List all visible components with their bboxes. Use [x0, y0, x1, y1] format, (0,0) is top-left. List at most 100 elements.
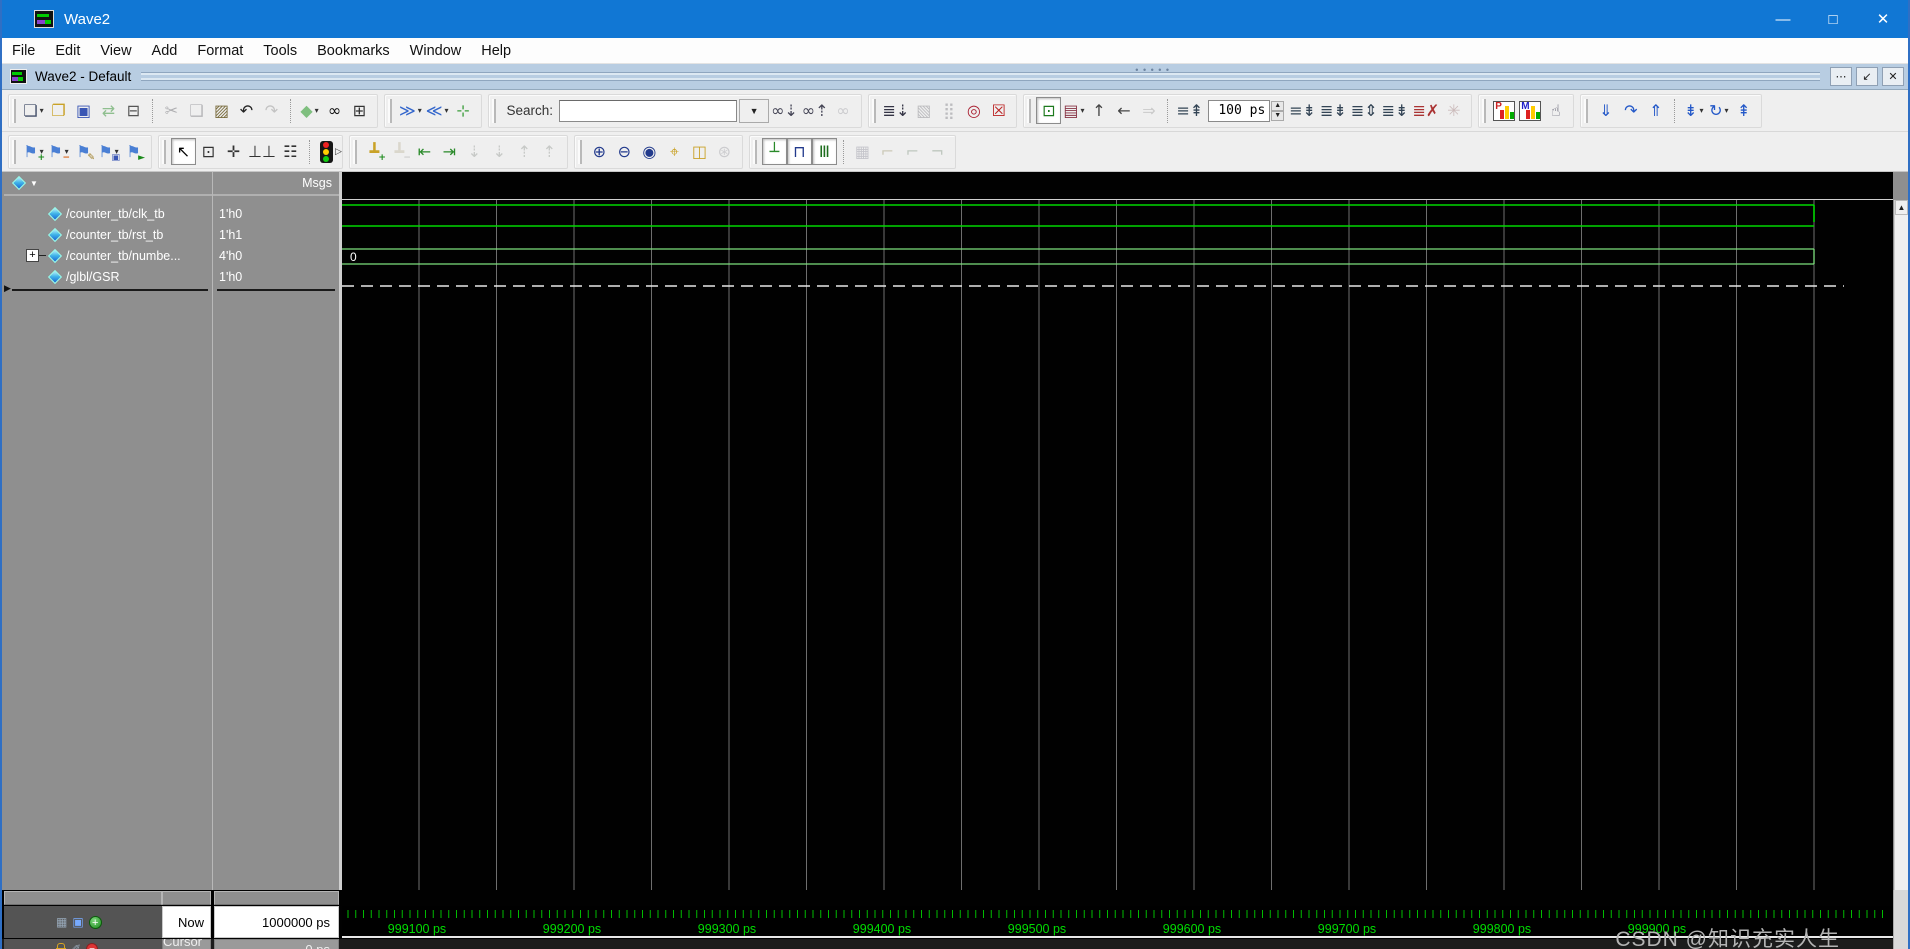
- signal-name[interactable]: /counter_tb/numbe...: [66, 249, 181, 263]
- group-grip[interactable]: [1584, 98, 1589, 123]
- previous-falling-edge-button[interactable]: ⇣: [462, 138, 487, 165]
- panel-header-bar[interactable]: Wave2 - Default • • • • • ⋯ ↙ ✕: [2, 64, 1908, 90]
- find-previous-button[interactable]: ∞⇡: [800, 97, 831, 124]
- expanded-event-off-button[interactable]: ┴: [761, 138, 787, 165]
- print-button[interactable]: ⊟: [121, 97, 146, 124]
- group-grip[interactable]: [352, 139, 357, 164]
- signal-name[interactable]: /counter_tb/clk_tb: [66, 207, 165, 221]
- run-continue-button[interactable]: ⇓: [1593, 97, 1618, 124]
- names-column-header[interactable]: ▼: [4, 172, 212, 196]
- group-grip[interactable]: [752, 139, 757, 164]
- signal-row[interactable]: /counter_tb/rst_tb: [4, 224, 212, 245]
- group-grip[interactable]: [1027, 98, 1032, 123]
- expanded-time-collapse-button[interactable]: ≣⇟: [1380, 97, 1411, 124]
- event-edge2-button[interactable]: ⌐: [900, 138, 925, 165]
- previous-rising-edge-button[interactable]: ⇡: [512, 138, 537, 165]
- search-input[interactable]: [559, 99, 738, 122]
- format-dropdown-button[interactable]: ▤ ▾: [1061, 97, 1086, 124]
- signal-names-panel[interactable]: ▼ /counter_tb/clk_tb/counter_tb/rst_tb + /…: [4, 172, 212, 890]
- new-file-button[interactable]: ❏ ▾: [21, 97, 46, 124]
- previous-transition-button[interactable]: ⇤: [412, 138, 437, 165]
- delete-time-range-button[interactable]: ≣✗: [1410, 97, 1441, 124]
- splitter-dots-icon[interactable]: • • • • •: [1135, 65, 1170, 75]
- step-button[interactable]: ⇟ ▾: [1681, 97, 1706, 124]
- delete-cursor-button[interactable]: ┻ −: [387, 138, 412, 165]
- edit-bookmark-button[interactable]: ⚑ ✎: [71, 138, 96, 165]
- sample-wave-button[interactable]: ⣿: [936, 97, 961, 124]
- edit-time-button[interactable]: ⊹: [451, 97, 476, 124]
- undo-button[interactable]: ↶: [234, 97, 259, 124]
- group-grip[interactable]: [12, 139, 16, 164]
- menu-view[interactable]: View: [90, 38, 141, 63]
- link-button[interactable]: ⊡: [1036, 97, 1062, 124]
- search-highlight-button[interactable]: ∞: [831, 97, 856, 124]
- expanded-event-full-button[interactable]: Ⅲ: [811, 138, 837, 165]
- expanded-event-delta-button[interactable]: ⊓: [786, 138, 812, 165]
- search-history-button[interactable]: ▼: [739, 98, 770, 123]
- zoom-between-cursors-button[interactable]: ◫: [687, 138, 712, 165]
- delete-bookmark-button[interactable]: ⚑ − ▾: [46, 138, 71, 165]
- step-out-button[interactable]: ⇞: [1731, 97, 1756, 124]
- paste-button[interactable]: ▨: [209, 97, 234, 124]
- signal-name[interactable]: /counter_tb/rst_tb: [66, 228, 163, 242]
- expand-names-icon[interactable]: ▦: [56, 915, 67, 929]
- vertical-scrollbar-track[interactable]: ▲: [1894, 200, 1908, 890]
- close-button[interactable]: ✕: [1858, 0, 1908, 38]
- expanded-time-first-button[interactable]: ≡⇞: [1174, 97, 1205, 124]
- panel-grip[interactable]: • • • • •: [141, 65, 1820, 81]
- chevron-down-icon[interactable]: ▼: [30, 179, 38, 188]
- zoom-mode-button[interactable]: ⊡: [196, 138, 221, 165]
- signal-row[interactable]: + /counter_tb/numbe...: [4, 245, 212, 266]
- expanded-time-last-button[interactable]: ≡⇟: [1287, 97, 1318, 124]
- menu-tools[interactable]: Tools: [253, 38, 307, 63]
- open-file-button[interactable]: ❐: [46, 97, 71, 124]
- edit-wave-button[interactable]: ▧: [911, 97, 936, 124]
- time-step-input-field[interactable]: [1208, 99, 1271, 122]
- close-panel-button[interactable]: ✕: [1882, 67, 1904, 86]
- redo-button[interactable]: ↷: [259, 97, 284, 124]
- spin-arrows[interactable]: ▲ ▼: [1271, 100, 1285, 121]
- maximize-button[interactable]: □: [1808, 0, 1858, 38]
- find-button[interactable]: ∞: [322, 97, 347, 124]
- copy-button[interactable]: ❑: [184, 97, 209, 124]
- next-transition-button[interactable]: ⇥: [437, 138, 462, 165]
- stop-draw-button[interactable]: ✳: [1441, 97, 1466, 124]
- dock-button[interactable]: ↙: [1856, 67, 1878, 86]
- zoom-other-button[interactable]: ⊛: [712, 138, 737, 165]
- forward-button[interactable]: ⇒: [1136, 97, 1161, 124]
- spin-down-icon[interactable]: ▼: [1271, 110, 1285, 121]
- back-button[interactable]: ←: [1111, 97, 1136, 124]
- expand-plus-icon[interactable]: +: [26, 249, 39, 262]
- event-edge3-button[interactable]: ¬: [925, 138, 950, 165]
- msgs-column-header[interactable]: Msgs: [213, 172, 339, 196]
- time-step-input[interactable]: ▲▼: [1208, 99, 1285, 122]
- cut-button[interactable]: ✂: [159, 97, 184, 124]
- menu-file[interactable]: File: [2, 38, 45, 63]
- group-grip[interactable]: [388, 98, 392, 123]
- zoom-full-button[interactable]: ◉: [637, 138, 662, 165]
- signal-row[interactable]: /glbl/GSR: [4, 266, 212, 287]
- up-scope-button[interactable]: ↑: [1086, 97, 1111, 124]
- save-bookmarks-button[interactable]: ⚑ ▣ ▾: [96, 138, 121, 165]
- menu-help[interactable]: Help: [471, 38, 521, 63]
- step-over-button[interactable]: ↻ ▾: [1706, 97, 1731, 124]
- add-bookmark-button[interactable]: ⚑ + ▾: [21, 138, 46, 165]
- toggle-leaf-names-icon[interactable]: ▣: [72, 915, 83, 929]
- spin-up-icon[interactable]: ▲: [1271, 100, 1285, 111]
- add-cursor-icon[interactable]: +: [88, 915, 102, 929]
- group-grip[interactable]: [1482, 98, 1487, 123]
- signals-diamond-icon[interactable]: [11, 175, 27, 191]
- signal-row[interactable]: /counter_tb/clk_tb: [4, 203, 212, 224]
- signal-name[interactable]: /glbl/GSR: [66, 270, 120, 284]
- waveform-canvas[interactable]: 0: [342, 172, 1895, 890]
- next-rising-edge-button[interactable]: ⇡: [537, 138, 562, 165]
- zoom-out-button[interactable]: ⊖: [612, 138, 637, 165]
- vertical-scrollbar[interactable]: ▲: [1893, 172, 1908, 890]
- menu-format[interactable]: Format: [187, 38, 253, 63]
- delete-wave-button[interactable]: ☒: [986, 97, 1011, 124]
- zoom-cursor-button[interactable]: ⌖: [662, 138, 687, 165]
- pan-mode-button[interactable]: ✛: [221, 138, 246, 165]
- virtual-mode-button[interactable]: ☷: [278, 138, 303, 165]
- find-next-button[interactable]: ∞⇣: [769, 97, 800, 124]
- expanded-time-next-button[interactable]: ≣⇟: [1318, 97, 1349, 124]
